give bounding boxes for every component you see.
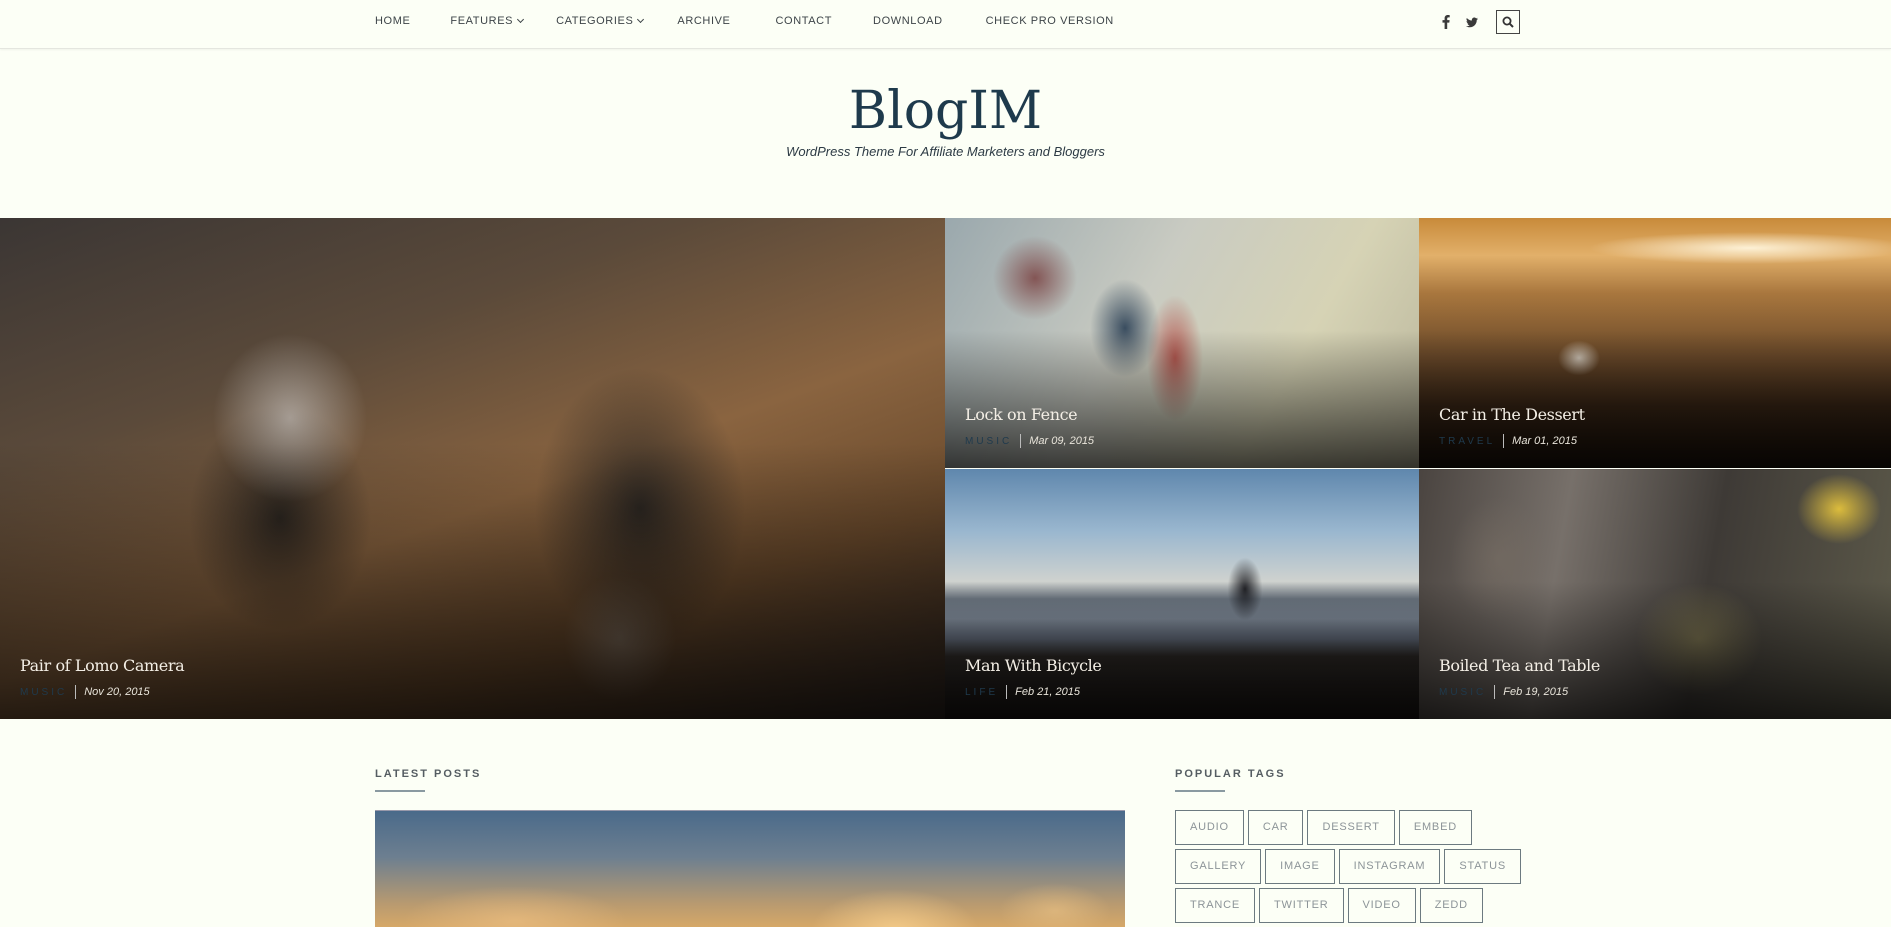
tag-row: GALLERY IMAGE INSTAGRAM STATUS	[1175, 849, 1521, 884]
nav-item-features[interactable]: FEATURES	[450, 15, 525, 27]
post-category[interactable]: TRAVEL	[1439, 436, 1495, 447]
nav-item-label: FEATURES	[450, 15, 514, 27]
main-menu: HOME FEATURES CATEGORIES ARCHIVE CONTACT…	[375, 0, 1114, 42]
search-button[interactable]	[1496, 10, 1520, 34]
featured-post[interactable]: Man With Bicycle LIFE Feb 21, 2015	[945, 469, 1419, 719]
popular-tags-header: POPULAR TAGS	[1175, 768, 1286, 792]
site-title[interactable]: BlogIM	[0, 80, 1891, 142]
post-meta: TRAVEL Mar 01, 2015	[1439, 434, 1585, 448]
chevron-down-icon	[517, 15, 525, 23]
featured-post[interactable]: Boiled Tea and Table MUSIC Feb 19, 2015	[1419, 469, 1891, 719]
post-date: Mar 09, 2015	[1029, 435, 1095, 447]
post-category[interactable]: MUSIC	[1439, 687, 1486, 698]
social-links	[1440, 10, 1520, 34]
section-heading: LATEST POSTS	[375, 768, 482, 780]
nav-item-archive[interactable]: ARCHIVE	[677, 15, 730, 27]
post-caption: Pair of Lomo Camera MUSIC Nov 20, 2015	[20, 656, 185, 699]
post-category[interactable]: LIFE	[965, 687, 998, 698]
post-title[interactable]: Boiled Tea and Table	[1439, 656, 1600, 675]
nav-item-label: CATEGORIES	[556, 15, 634, 27]
tag-link[interactable]: INSTAGRAM	[1338, 849, 1441, 884]
post-category[interactable]: MUSIC	[965, 436, 1012, 447]
meta-divider	[75, 685, 77, 699]
post-caption: Car in The Dessert TRAVEL Mar 01, 2015	[1439, 405, 1585, 448]
featured-post[interactable]: Pair of Lomo Camera MUSIC Nov 20, 2015	[0, 218, 945, 719]
post-meta: MUSIC Mar 09, 2015	[965, 434, 1094, 448]
tag-link[interactable]: AUDIO	[1175, 810, 1244, 845]
post-title[interactable]: Lock on Fence	[965, 405, 1094, 424]
meta-divider	[1020, 434, 1022, 448]
tag-link[interactable]: EMBED	[1398, 810, 1472, 845]
tag-link[interactable]: GALLERY	[1175, 849, 1262, 884]
latest-posts-header: LATEST POSTS	[375, 768, 481, 792]
tag-link[interactable]: ZEDD	[1419, 888, 1483, 923]
nav-item-label: CONTACT	[775, 15, 833, 27]
nav-item-label: DOWNLOAD	[873, 15, 943, 27]
post-meta: MUSIC Nov 20, 2015	[20, 685, 184, 699]
nav-item-contact[interactable]: CONTACT	[776, 15, 833, 27]
post-meta: MUSIC Feb 19, 2015	[1439, 685, 1600, 699]
nav-item-home[interactable]: HOME	[375, 15, 410, 27]
tag-link[interactable]: DESSERT	[1307, 810, 1395, 845]
tag-link[interactable]: TRANCE	[1175, 888, 1256, 923]
post-caption: Man With Bicycle LIFE Feb 21, 2015	[965, 656, 1102, 699]
featured-post[interactable]: Lock on Fence MUSIC Mar 09, 2015	[945, 218, 1419, 468]
tag-row: TRANCE TWITTER VIDEO ZEDD	[1175, 888, 1515, 923]
top-navigation-bar: HOME FEATURES CATEGORIES ARCHIVE CONTACT…	[0, 0, 1891, 49]
tag-link[interactable]: CAR	[1247, 810, 1304, 845]
nav-item-download[interactable]: DOWNLOAD	[873, 15, 943, 27]
site-branding: BlogIM WordPress Theme For Affiliate Mar…	[0, 80, 1891, 159]
tag-row: AUDIO CAR DESSERT EMBED	[1175, 810, 1515, 845]
post-date: Feb 19, 2015	[1503, 686, 1569, 698]
tag-link[interactable]: IMAGE	[1265, 849, 1335, 884]
twitter-icon[interactable]	[1466, 15, 1478, 29]
nav-item-label: CHECK PRO VERSION	[985, 15, 1114, 27]
site-tagline: WordPress Theme For Affiliate Marketers …	[786, 144, 1105, 159]
nav-item-label: HOME	[375, 15, 411, 27]
post-category[interactable]: MUSIC	[20, 687, 67, 698]
heading-underline	[1175, 790, 1225, 792]
post-date: Feb 21, 2015	[1015, 686, 1080, 698]
post-title[interactable]: Pair of Lomo Camera	[20, 656, 185, 675]
search-icon	[1502, 16, 1514, 28]
nav-item-categories[interactable]: CATEGORIES	[556, 15, 645, 27]
featured-posts-grid: Pair of Lomo Camera MUSIC Nov 20, 2015 L…	[0, 218, 1891, 719]
post-date: Mar 01, 2015	[1512, 435, 1577, 447]
post-title[interactable]: Man With Bicycle	[965, 656, 1102, 675]
chevron-down-icon	[637, 15, 645, 23]
tag-cloud: AUDIO CAR DESSERT EMBED GALLERY IMAGE IN…	[1175, 810, 1521, 927]
nav-item-label: ARCHIVE	[677, 15, 731, 27]
latest-post-thumbnail[interactable]	[375, 810, 1125, 927]
meta-divider	[1006, 685, 1008, 699]
post-title[interactable]: Car in The Dessert	[1439, 405, 1585, 424]
post-meta: LIFE Feb 21, 2015	[965, 685, 1101, 699]
post-date: Nov 20, 2015	[84, 686, 150, 698]
meta-divider	[1494, 685, 1496, 699]
facebook-icon[interactable]	[1440, 15, 1452, 29]
heading-underline	[375, 790, 425, 792]
post-caption: Boiled Tea and Table MUSIC Feb 19, 2015	[1439, 656, 1600, 699]
tag-link[interactable]: STATUS	[1444, 849, 1521, 884]
image-overlay	[0, 218, 945, 719]
tag-link[interactable]: VIDEO	[1347, 888, 1416, 923]
nav-item-check-pro-version[interactable]: CHECK PRO VERSION	[986, 15, 1114, 27]
section-heading: POPULAR TAGS	[1175, 768, 1286, 780]
tag-link[interactable]: TWITTER	[1259, 888, 1344, 923]
post-caption: Lock on Fence MUSIC Mar 09, 2015	[965, 405, 1094, 448]
featured-post[interactable]: Car in The Dessert TRAVEL Mar 01, 2015	[1419, 218, 1891, 468]
meta-divider	[1503, 434, 1505, 448]
